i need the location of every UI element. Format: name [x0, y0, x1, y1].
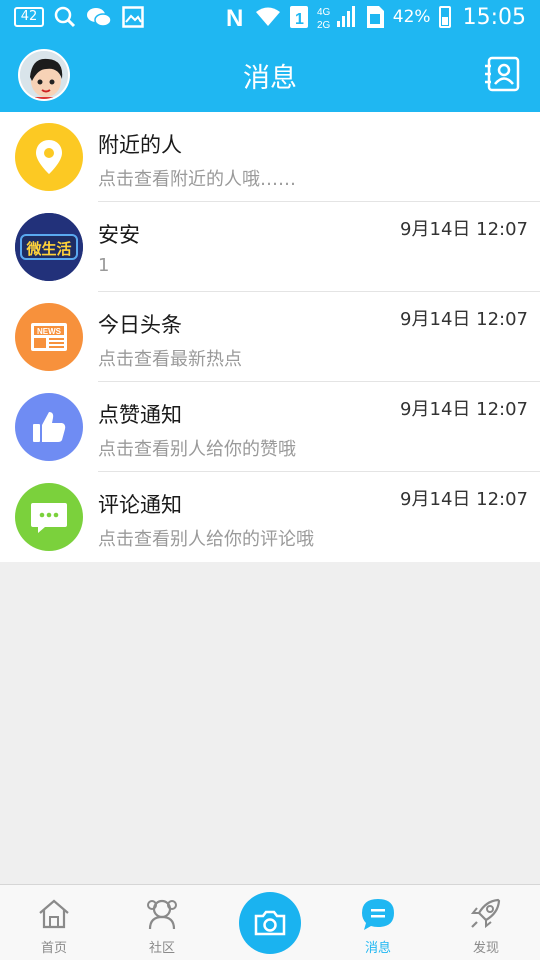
message-preview: 点击查看附近的人哦……: [98, 169, 296, 190]
gallery-icon: [122, 6, 144, 28]
message-icon: [362, 899, 394, 930]
search-icon: [54, 6, 76, 28]
location-pin-icon: [15, 123, 83, 191]
message-title: 点赞通知: [98, 403, 182, 427]
wifi-icon: [255, 6, 281, 28]
message-preview: 点击查看别人给你的评论哦: [98, 529, 314, 550]
nfc-icon: N: [225, 4, 247, 30]
status-bar-left: 42: [14, 6, 144, 28]
svg-text:N: N: [226, 5, 243, 30]
clock: 15:05: [462, 4, 526, 30]
message-time: 9月14日 12:07: [400, 489, 528, 510]
tab-home[interactable]: 首页: [0, 885, 108, 960]
tab-label: 发现: [472, 941, 499, 956]
news-icon: NEWS: [15, 303, 83, 371]
camera-icon: [254, 910, 286, 936]
message-time: 9月14日 12:07: [400, 399, 528, 420]
page-title: 消息: [243, 63, 297, 94]
battery-percent: 42%: [392, 7, 431, 27]
rocket-icon: [470, 898, 501, 929]
wei-shenghuo-logo: 微生活: [15, 213, 83, 281]
network-4g-icon: 4G 2G: [317, 4, 357, 30]
thumbs-up-icon: [15, 393, 83, 461]
list-item-toutiao[interactable]: NEWS 今日头条 点击查看最新热点 9月14日 12:07: [0, 292, 540, 382]
list-item-anan[interactable]: 微生活 安安 1 9月14日 12:07: [0, 202, 540, 292]
tab-label: 社区: [148, 941, 175, 956]
svg-text:2G: 2G: [317, 20, 331, 30]
logo-text: 微生活: [25, 240, 71, 258]
list-item-nearby-people[interactable]: 附近的人 点击查看附近的人哦……: [0, 112, 540, 202]
message-preview: 1: [98, 255, 110, 276]
tab-label: 首页: [40, 941, 67, 956]
tab-community[interactable]: 社区: [108, 885, 216, 960]
message-time: 9月14日 12:07: [400, 309, 528, 330]
home-icon: [39, 899, 69, 929]
news-label: NEWS: [37, 327, 62, 336]
status-bar: 42 N 1 4G 2G 42% 15:05: [0, 0, 540, 38]
message-title: 安安: [98, 223, 140, 247]
camera-button[interactable]: [239, 892, 301, 954]
message-preview: 点击查看最新热点: [98, 349, 242, 370]
badge-icon: 42: [14, 7, 44, 27]
list-item-comments[interactable]: 评论通知 点击查看别人给你的评论哦 9月14日 12:07: [0, 472, 540, 562]
message-title: 附近的人: [98, 133, 182, 157]
tab-messages[interactable]: 消息: [324, 885, 432, 960]
wechat-icon: [86, 6, 112, 28]
status-bar-right: N 1 4G 2G 42% 15:05: [225, 4, 526, 31]
message-title: 评论通知: [98, 493, 182, 517]
contacts-icon: [485, 56, 520, 92]
app-header: 消息: [0, 38, 540, 112]
list-item-likes[interactable]: 点赞通知 点击查看别人给你的赞哦 9月14日 12:07: [0, 382, 540, 472]
tab-discover[interactable]: 发现: [432, 885, 540, 960]
battery-icon: [438, 6, 451, 28]
tab-label: 消息: [364, 941, 391, 956]
message-preview: 点击查看别人给你的赞哦: [98, 439, 296, 460]
community-icon: [147, 899, 177, 930]
svg-text:1: 1: [295, 11, 304, 28]
bottom-nav: 首页 社区 消息 发现: [0, 884, 540, 960]
sim1-icon: 1: [289, 5, 309, 29]
message-list: 附近的人 点击查看附近的人哦…… 微生活 安安 1 9月14日 12:07 NE…: [0, 112, 540, 562]
message-title: 今日头条: [98, 313, 182, 337]
svg-text:4G: 4G: [317, 7, 331, 18]
contacts-button[interactable]: [484, 56, 520, 92]
message-time: 9月14日 12:07: [400, 219, 528, 240]
comment-icon: [15, 483, 83, 551]
sim-card-icon: [365, 5, 385, 29]
